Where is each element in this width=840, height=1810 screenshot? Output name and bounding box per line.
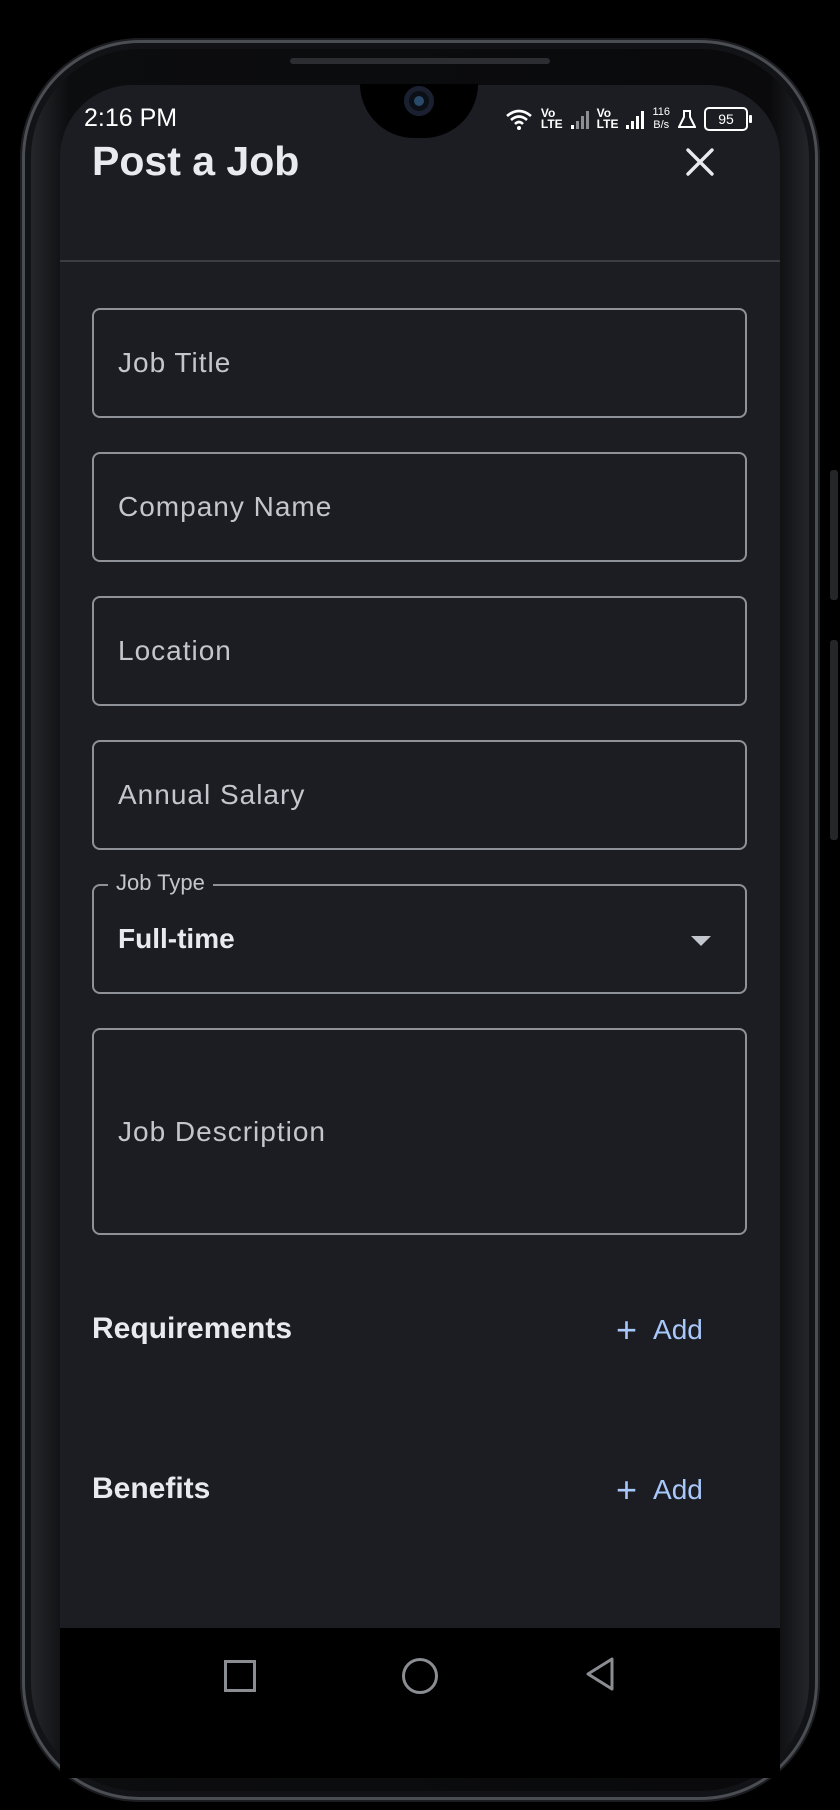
add-requirement-label: Add — [653, 1314, 703, 1345]
speed-unit: B/s — [653, 119, 670, 131]
benefits-label: Benefits — [92, 1472, 211, 1505]
page-title: Post a Job — [92, 138, 300, 184]
job-type-select[interactable]: Full-time — [92, 884, 747, 994]
add-benefit-label: Add — [653, 1474, 703, 1505]
plus-icon: + — [616, 1309, 638, 1350]
signal-icon — [570, 109, 589, 129]
location-placeholder: Location — [118, 635, 232, 666]
network-type-1: Vo LTE — [540, 107, 563, 131]
close-button[interactable] — [678, 140, 722, 184]
header-divider — [60, 260, 780, 262]
camera-icon — [404, 86, 434, 116]
battery-icon: 95 — [704, 107, 752, 131]
plus-icon: + — [616, 1469, 638, 1510]
back-triangle-icon[interactable] — [584, 1656, 616, 1692]
add-requirement-button[interactable]: + Add — [616, 1312, 703, 1348]
job-description-placeholder: Job Description — [118, 1115, 326, 1147]
volume-button — [830, 470, 838, 600]
wifi-icon — [506, 109, 532, 130]
job-type-value: Full-time — [118, 923, 235, 954]
network-type-2: Vo LTE — [596, 107, 619, 131]
speed-value: 116 — [652, 106, 670, 118]
flask-icon — [678, 110, 696, 128]
earpiece — [290, 58, 550, 64]
job-title-placeholder: Job Title — [118, 347, 232, 378]
status-time: 2:16 PM — [84, 104, 178, 132]
network-bottom-label: LTE — [596, 117, 619, 131]
dropdown-arrow-icon — [691, 936, 711, 946]
location-input[interactable]: Location — [92, 596, 747, 706]
requirements-label: Requirements — [92, 1312, 293, 1345]
company-name-input[interactable]: Company Name — [92, 452, 747, 562]
network-speed: 116 B/s — [652, 106, 670, 132]
job-title-input[interactable]: Job Title — [92, 308, 747, 418]
home-circle-icon[interactable] — [402, 1658, 438, 1694]
annual-salary-input[interactable]: Annual Salary — [92, 740, 747, 850]
company-name-placeholder: Company Name — [118, 491, 333, 522]
network-bottom-label: LTE — [540, 117, 563, 131]
battery-level: 95 — [718, 111, 734, 127]
job-description-input[interactable]: Job Description — [92, 1028, 747, 1235]
job-type-label: Job Type — [108, 870, 213, 896]
signal-icon — [626, 109, 645, 129]
power-button — [830, 640, 838, 840]
annual-salary-placeholder: Annual Salary — [118, 779, 306, 810]
close-icon — [686, 148, 714, 176]
add-benefit-button[interactable]: + Add — [616, 1472, 703, 1508]
status-icons: Vo LTE Vo LTE 116 B/s 95 — [505, 106, 752, 132]
navigation-bar — [60, 1628, 780, 1778]
recents-square-icon[interactable] — [224, 1660, 256, 1692]
